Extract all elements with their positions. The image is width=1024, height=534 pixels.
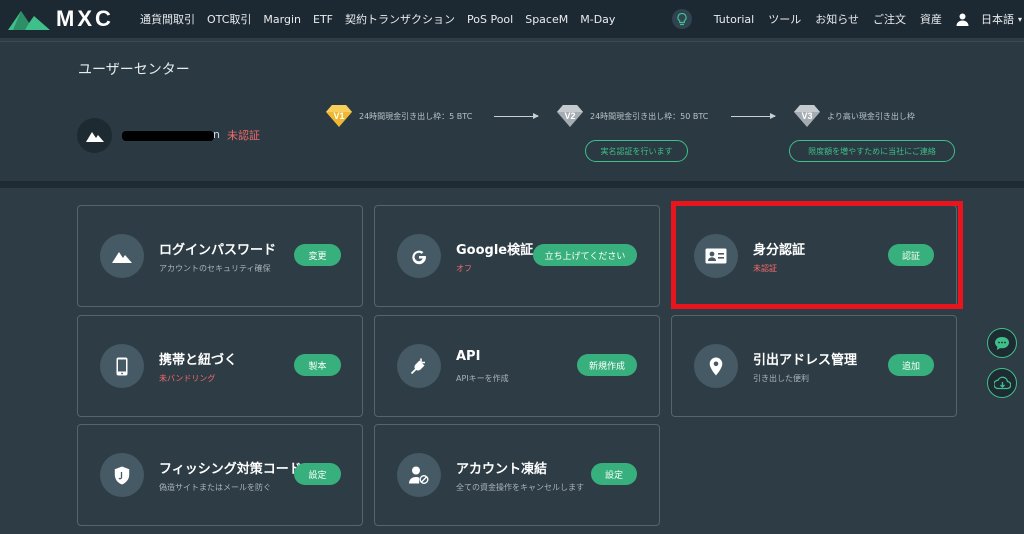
card-api: API APIキーを作成 新規作成 xyxy=(374,315,660,417)
create-api-button[interactable]: 新規作成 xyxy=(577,354,637,376)
section-divider xyxy=(0,181,1024,188)
card-title: アカウント凍結 xyxy=(456,462,548,477)
chat-bubble-icon xyxy=(995,336,1009,350)
nav-pos-pool[interactable]: PoS Pool xyxy=(467,13,513,26)
svg-text:V3: V3 xyxy=(801,111,812,121)
card-google-auth: Google検証 オフ 立ち上げてください xyxy=(374,205,660,307)
card-phone-binding: 携帯と紐づく 未バンドリング 製本 xyxy=(77,315,363,417)
arrow-right-icon xyxy=(494,113,539,119)
card-title: 引出アドレス管理 xyxy=(753,353,858,368)
card-title: API xyxy=(456,349,481,364)
card-subtitle: 引き出した便利 xyxy=(753,374,809,383)
set-anti-phishing-button[interactable]: 設定 xyxy=(294,463,341,485)
nav-margin[interactable]: Margin xyxy=(263,13,301,26)
username-redacted xyxy=(122,131,214,141)
lightbulb-icon[interactable] xyxy=(671,9,692,29)
language-selector[interactable]: 日本語 xyxy=(981,11,1014,27)
bind-phone-button[interactable]: 製本 xyxy=(294,354,341,376)
nav-right: Tutorial ツール お知らせ ご注文 資産 日本語 ▾ xyxy=(671,0,1024,38)
chat-support-button[interactable] xyxy=(987,328,1017,358)
card-subtitle: アカウントのセキュリティ確保 xyxy=(159,264,271,273)
level-v1-desc: 24時間現金引き出し枠：5 BTC xyxy=(359,111,473,121)
card-subtitle: 未バンドリング xyxy=(159,374,216,383)
v1-badge-icon: V1 xyxy=(326,105,352,127)
change-password-button[interactable]: 変更 xyxy=(294,244,341,266)
card-title: ログインパスワード xyxy=(159,243,277,258)
nav-contract[interactable]: 契約トランザクション xyxy=(345,11,455,27)
card-subtitle: APIキーを作成 xyxy=(456,374,509,383)
enable-google-auth-button[interactable]: 立ち上げてください xyxy=(533,244,637,266)
card-anti-phishing: フィッシング対策コード 偽造サイトまたはメールを防ぐ 設定 xyxy=(77,424,363,526)
download-app-button[interactable] xyxy=(987,368,1017,398)
add-address-button[interactable]: 追加 xyxy=(888,354,934,376)
v3-badge-icon: V3 xyxy=(794,105,820,127)
real-name-verify-button[interactable]: 実名認証を行います xyxy=(585,140,688,162)
nav-assets[interactable]: 資産 xyxy=(920,11,942,27)
svg-text:V1: V1 xyxy=(333,111,344,121)
shield-icon xyxy=(100,453,144,497)
cloud-download-icon xyxy=(993,376,1011,390)
avatar xyxy=(77,118,112,153)
main-nav: 通貨間取引 OTC取引 Margin ETF 契約トランザクション PoS Po… xyxy=(140,11,627,27)
nav-m-day[interactable]: M-Day xyxy=(580,13,615,26)
phone-icon xyxy=(100,344,144,388)
mxc-logo-icon xyxy=(8,11,50,30)
nav-announcements[interactable]: お知らせ xyxy=(815,11,859,27)
card-title: 携帯と紐づく xyxy=(159,353,238,368)
level-v3-desc: より高い現金引き出し枠 xyxy=(827,111,915,121)
level-v2-desc: 24時間現金引き出し枠：50 BTC xyxy=(590,111,709,121)
nav-etf[interactable]: ETF xyxy=(313,13,333,26)
chevron-down-icon[interactable]: ▾ xyxy=(1018,15,1022,24)
level-v1: V1 24時間現金引き出し枠：5 BTC xyxy=(325,104,472,128)
verification-status: 未認証 xyxy=(227,129,260,142)
card-withdraw-address: 引出アドレス管理 引き出した便利 追加 xyxy=(671,315,957,417)
user-center-header: ユーザーセンター n 未認証 V1 24時間現金引き出し枠：5 BTC V2 2… xyxy=(0,41,1024,181)
plug-icon xyxy=(397,344,441,388)
highlight-box xyxy=(671,201,963,309)
location-icon xyxy=(694,344,738,388)
nav-tutorial[interactable]: Tutorial xyxy=(714,13,754,26)
card-subtitle: 全ての資金操作をキャンセルします xyxy=(456,483,584,492)
level-v3: V3 より高い現金引き出し枠 xyxy=(793,104,915,128)
arrow-right-icon xyxy=(731,113,776,119)
card-subtitle: オフ xyxy=(456,264,472,273)
freeze-account-button[interactable]: 設定 xyxy=(591,463,637,485)
user-block-icon xyxy=(397,453,441,497)
nav-spot-trading[interactable]: 通貨間取引 xyxy=(140,11,195,27)
mxc-logo[interactable]: MXC xyxy=(8,6,140,32)
username-tail: n xyxy=(213,128,220,141)
card-title: フィッシング対策コード xyxy=(159,462,302,477)
card-login-password: ログインパスワード アカウントのセキュリティ確保 変更 xyxy=(77,205,363,307)
level-v2: V2 24時間現金引き出し枠：50 BTC xyxy=(556,104,708,128)
top-navbar: MXC 通貨間取引 OTC取引 Margin ETF 契約トランザクション Po… xyxy=(0,0,1024,38)
contact-limit-button[interactable]: 限度額を増やすために当社にご連絡 xyxy=(789,140,955,162)
card-title: Google検証 xyxy=(456,243,534,258)
google-icon xyxy=(397,234,441,278)
mountain-icon xyxy=(85,131,104,142)
brand-name: MXC xyxy=(56,6,114,31)
nav-spacem[interactable]: SpaceM xyxy=(525,13,568,26)
user-icon[interactable] xyxy=(956,13,969,26)
card-freeze-account: アカウント凍結 全ての資金操作をキャンセルします 設定 xyxy=(374,424,660,526)
nav-tools[interactable]: ツール xyxy=(768,11,801,27)
page-title: ユーザーセンター xyxy=(78,62,190,78)
svg-text:V2: V2 xyxy=(564,111,575,121)
nav-otc[interactable]: OTC取引 xyxy=(207,11,251,27)
mountain-icon xyxy=(100,234,144,278)
nav-orders[interactable]: ご注文 xyxy=(873,11,906,27)
v2-badge-icon: V2 xyxy=(557,105,583,127)
card-subtitle: 偽造サイトまたはメールを防ぐ xyxy=(159,483,271,492)
